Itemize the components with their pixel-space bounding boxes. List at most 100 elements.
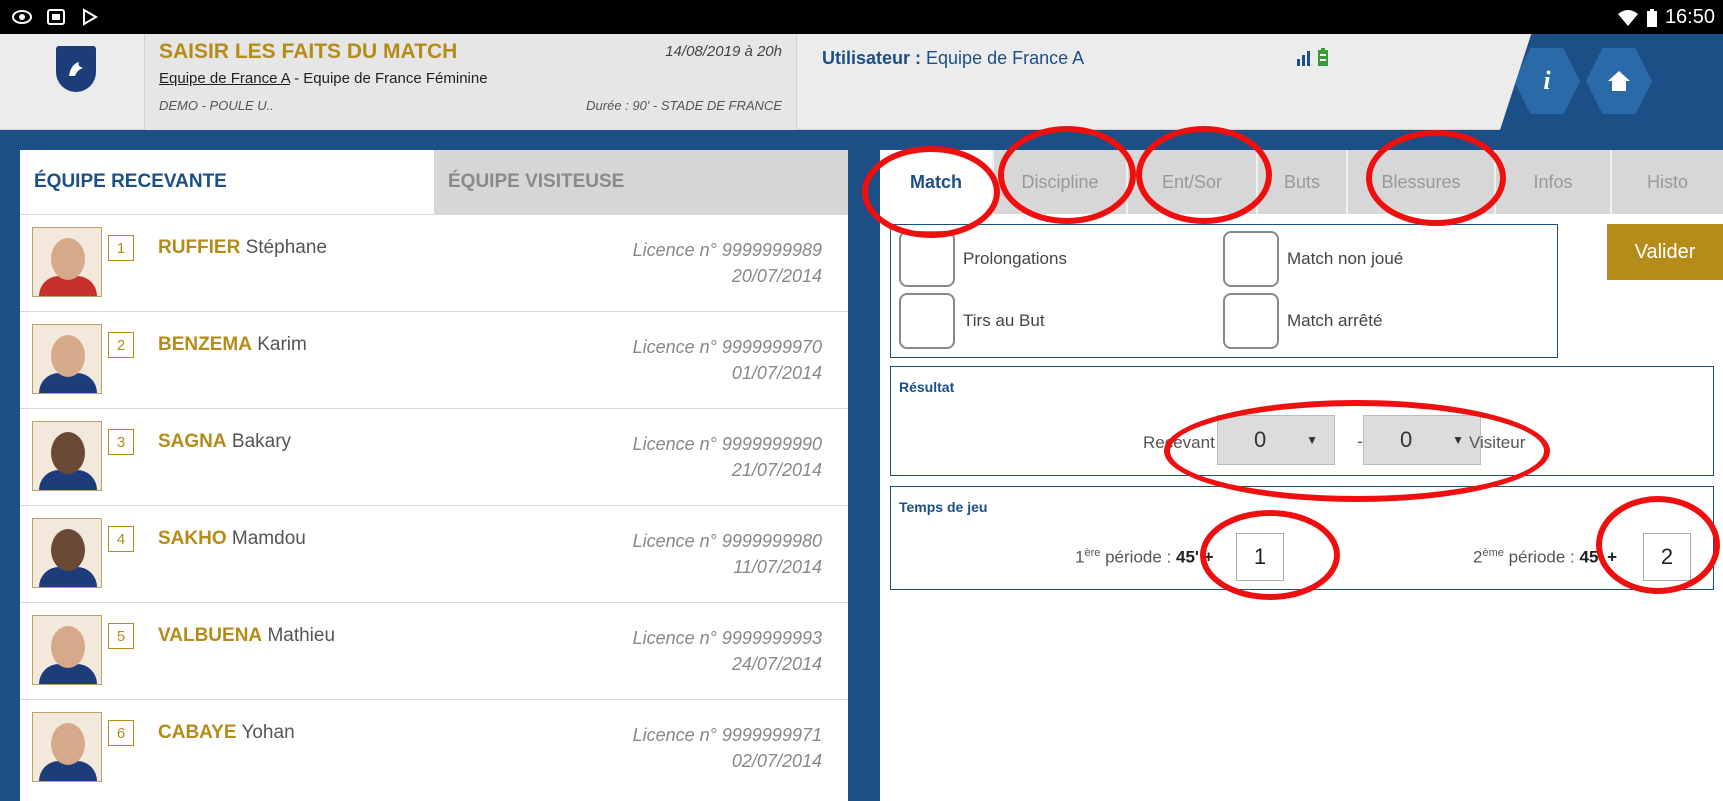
- tab-histo[interactable]: Histo: [1612, 150, 1723, 214]
- player-row[interactable]: 4 SAKHO Mamdou Licence n° 9999999980 11/0…: [20, 505, 848, 602]
- period-2-suffix: ème: [1482, 547, 1504, 559]
- match-non-joue-checkbox[interactable]: [1223, 231, 1279, 287]
- page-title: SAISIR LES FAITS DU MATCH: [159, 40, 458, 63]
- tab-discipline[interactable]: Discipline: [994, 150, 1128, 214]
- home-button[interactable]: [1586, 48, 1652, 114]
- tab-infos[interactable]: Infos: [1496, 150, 1612, 214]
- player-licence: Licence n° 9999999993 24/07/2014: [633, 625, 822, 677]
- player-last-name: SAKHO: [158, 528, 227, 549]
- licence-date: 11/07/2014: [733, 557, 822, 577]
- player-row[interactable]: 6 CABAYE Yohan Licence n° 9999999971 02/0…: [20, 699, 848, 796]
- chevron-down-icon: ▼: [1306, 433, 1318, 447]
- period-1-base: 45' +: [1175, 547, 1214, 567]
- match-arrete-checkbox[interactable]: [1223, 293, 1279, 349]
- player-last-name: VALBUENA: [158, 625, 263, 646]
- period-1-text: période :: [1100, 547, 1176, 567]
- player-photo: [32, 615, 102, 685]
- playing-time-section: Temps de jeu 1ère période : 45' + 1 2ème…: [890, 486, 1714, 590]
- player-number: 4: [108, 526, 134, 552]
- battery-green-icon: [1318, 48, 1328, 66]
- teams-separator: -: [289, 70, 304, 87]
- player-first-name: Stéphane: [245, 237, 327, 258]
- chevron-down-icon: ▼: [1452, 433, 1464, 447]
- fact-tabs: Match Discipline Ent/Sor Buts Blessures …: [880, 150, 1723, 214]
- cast-icon: [47, 9, 65, 25]
- match-arrete-label: Match arrêté: [1287, 311, 1383, 330]
- licence-number: Licence n° 9999999980: [632, 531, 822, 551]
- home-score-select[interactable]: 0 ▼: [1217, 415, 1335, 465]
- info-button[interactable]: i: [1514, 48, 1580, 114]
- player-row[interactable]: 3 SAGNA Bakary Licence n° 9999999990 21/0…: [20, 408, 848, 505]
- player-name: RUFFIER Stéphane: [158, 237, 327, 259]
- tab-equipe-visiteuse[interactable]: ÉQUIPE VISITEUSE: [434, 150, 848, 214]
- prolongations-label: Prolongations: [963, 249, 1067, 268]
- tab-equipe-recevante[interactable]: ÉQUIPE RECEVANTE: [20, 150, 434, 214]
- app-header: SAISIR LES FAITS DU MATCH 14/08/2019 à 2…: [0, 34, 1723, 130]
- clock: 16:50: [1664, 6, 1715, 28]
- player-name: VALBUENA Mathieu: [158, 625, 335, 647]
- option-match-non-joue[interactable]: Match non joué: [1223, 231, 1403, 287]
- player-first-name: Bakary: [231, 431, 292, 452]
- valider-button[interactable]: Valider: [1607, 224, 1723, 280]
- match-teams: Equipe de France A - Equipe de France Fé…: [159, 70, 488, 87]
- tab-blessures[interactable]: Blessures: [1348, 150, 1496, 214]
- tab-buts[interactable]: Buts: [1258, 150, 1348, 214]
- user-value: Equipe de France A: [921, 48, 1085, 68]
- eye-icon: [12, 10, 32, 24]
- period-2-base: 45' +: [1579, 547, 1618, 567]
- period-2-added-time-input[interactable]: 2: [1643, 533, 1691, 581]
- player-name: SAGNA Bakary: [158, 431, 291, 453]
- player-row[interactable]: 5 VALBUENA Mathieu Licence n° 9999999993…: [20, 602, 848, 699]
- status-bar: 16:50: [0, 0, 1723, 34]
- option-tirs-au-but[interactable]: Tirs au But: [899, 293, 1045, 349]
- period-2-text: période :: [1503, 547, 1580, 567]
- user-label: Utilisateur :: [822, 48, 922, 68]
- prolongations-checkbox[interactable]: [899, 231, 955, 287]
- tab-match[interactable]: Match: [880, 150, 994, 214]
- period-1-label: 1ère période : 45' +: [1075, 547, 1214, 568]
- connection-status: [1296, 48, 1328, 66]
- match-non-joue-label: Match non joué: [1287, 249, 1404, 268]
- period-2-label: 2ème période : 45' +: [1473, 547, 1617, 568]
- team-tabs: ÉQUIPE RECEVANTE ÉQUIPE VISITEUSE: [20, 150, 848, 214]
- licence-date: 21/07/2014: [731, 460, 822, 480]
- player-first-name: Mathieu: [267, 625, 336, 646]
- option-prolongations[interactable]: Prolongations: [899, 231, 1067, 287]
- player-row[interactable]: 2 BENZEMA Karim Licence n° 9999999970 01/…: [20, 311, 848, 408]
- battery-icon: [1646, 8, 1657, 27]
- signal-bars-icon: [1297, 51, 1310, 66]
- player-photo: [32, 227, 102, 297]
- tirs-au-but-checkbox[interactable]: [899, 293, 955, 349]
- player-last-name: SAGNA: [158, 431, 227, 452]
- player-licence: Licence n° 9999999989 20/07/2014: [633, 237, 822, 289]
- period-1-added-time-input[interactable]: 1: [1236, 533, 1284, 581]
- player-photo: [32, 324, 102, 394]
- licence-number: Licence n° 9999999993: [632, 628, 822, 648]
- player-number: 3: [108, 429, 134, 455]
- away-label: Visiteur: [1469, 433, 1526, 452]
- player-last-name: BENZEMA: [158, 334, 252, 355]
- option-match-arrete[interactable]: Match arrêté: [1223, 293, 1382, 349]
- fff-logo: [56, 46, 96, 92]
- match-summary: SAISIR LES FAITS DU MATCH 14/08/2019 à 2…: [144, 34, 797, 130]
- player-name: CABAYE Yohan: [158, 722, 295, 744]
- rooster-icon: [69, 62, 83, 76]
- player-licence: Licence n° 9999999980 11/07/2014: [633, 528, 822, 580]
- player-name: BENZEMA Karim: [158, 334, 307, 356]
- player-row[interactable]: 1 RUFFIER Stéphane Licence n° 9999999989…: [20, 214, 848, 311]
- match-options: Prolongations Match non joué Tirs au But…: [890, 224, 1558, 358]
- player-licence: Licence n° 9999999971 02/07/2014: [633, 722, 822, 774]
- home-team-link[interactable]: Equipe de France A: [159, 70, 290, 87]
- licence-date: 02/07/2014: [731, 751, 822, 771]
- home-score-value: 0: [1254, 427, 1267, 452]
- away-score-select[interactable]: 0 ▼: [1363, 415, 1481, 465]
- team-roster-panel: ÉQUIPE RECEVANTE ÉQUIPE VISITEUSE 1 RUFF…: [20, 150, 848, 801]
- tab-ent-sor[interactable]: Ent/Sor: [1128, 150, 1258, 214]
- player-first-name: Mamdou: [231, 528, 306, 549]
- user-info: Utilisateur : Equipe de France A: [822, 48, 1084, 69]
- result-title: Résultat: [899, 379, 955, 395]
- tirs-au-but-label: Tirs au But: [963, 311, 1045, 330]
- player-first-name: Yohan: [241, 722, 295, 743]
- player-photo: [32, 421, 102, 491]
- player-licence: Licence n° 9999999990 21/07/2014: [633, 431, 822, 483]
